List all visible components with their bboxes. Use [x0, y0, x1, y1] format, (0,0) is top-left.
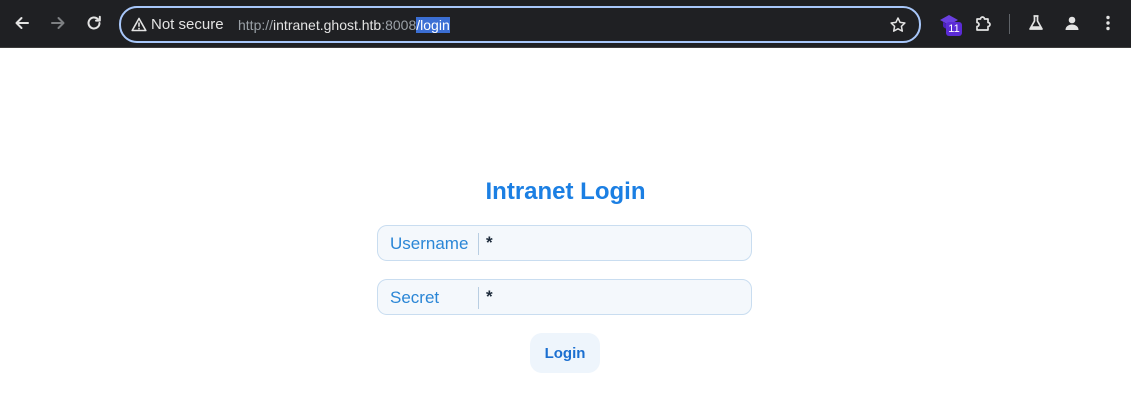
security-status-label[interactable]: Not secure: [151, 16, 224, 34]
url-port: :8008: [381, 17, 417, 33]
toolbar-separator: [1009, 14, 1010, 34]
login-button[interactable]: Login: [530, 333, 600, 373]
url-path-selected: /login: [416, 17, 450, 33]
username-input[interactable]: [486, 230, 741, 256]
forward-button[interactable]: [44, 8, 72, 38]
url-text[interactable]: http://intranet.ghost.htb:8008/login: [238, 16, 450, 34]
profile-icon: [1065, 16, 1079, 30]
field-divider: [478, 287, 479, 309]
secret-field[interactable]: Secret: [377, 279, 752, 315]
reload-button[interactable]: [80, 8, 108, 38]
puzzle-icon: [976, 16, 991, 31]
field-divider: [478, 233, 479, 255]
profile-button[interactable]: [1058, 8, 1086, 38]
extension-badge-count: 11: [946, 22, 962, 36]
back-icon: [15, 17, 29, 29]
secret-label: Secret: [390, 288, 440, 307]
address-bar[interactable]: Not secure http://intranet.ghost.htb:800…: [119, 6, 921, 43]
extension-button[interactable]: 11: [938, 12, 964, 38]
browser-toolbar: Not secure http://intranet.ghost.htb:800…: [0, 0, 1131, 48]
bookmark-star-icon[interactable]: [889, 16, 907, 34]
secret-input[interactable]: [486, 284, 741, 310]
extensions-menu-button[interactable]: [969, 8, 997, 38]
url-host: intranet.ghost.htb: [273, 17, 382, 33]
forward-icon: [51, 17, 65, 29]
labs-button[interactable]: [1022, 8, 1050, 38]
page-title: Intranet Login: [485, 178, 646, 205]
menu-dots-icon: [1106, 15, 1110, 31]
reload-icon: [87, 15, 101, 30]
warning-icon: [131, 17, 147, 32]
menu-button[interactable]: [1094, 8, 1122, 38]
url-scheme: http://: [238, 17, 274, 33]
username-label: Username: [390, 234, 469, 253]
back-button[interactable]: [8, 8, 36, 38]
page-content: Intranet Login Username Secret Login: [0, 48, 1131, 394]
username-field[interactable]: Username: [377, 225, 752, 261]
labs-flask-icon: [1029, 15, 1043, 30]
